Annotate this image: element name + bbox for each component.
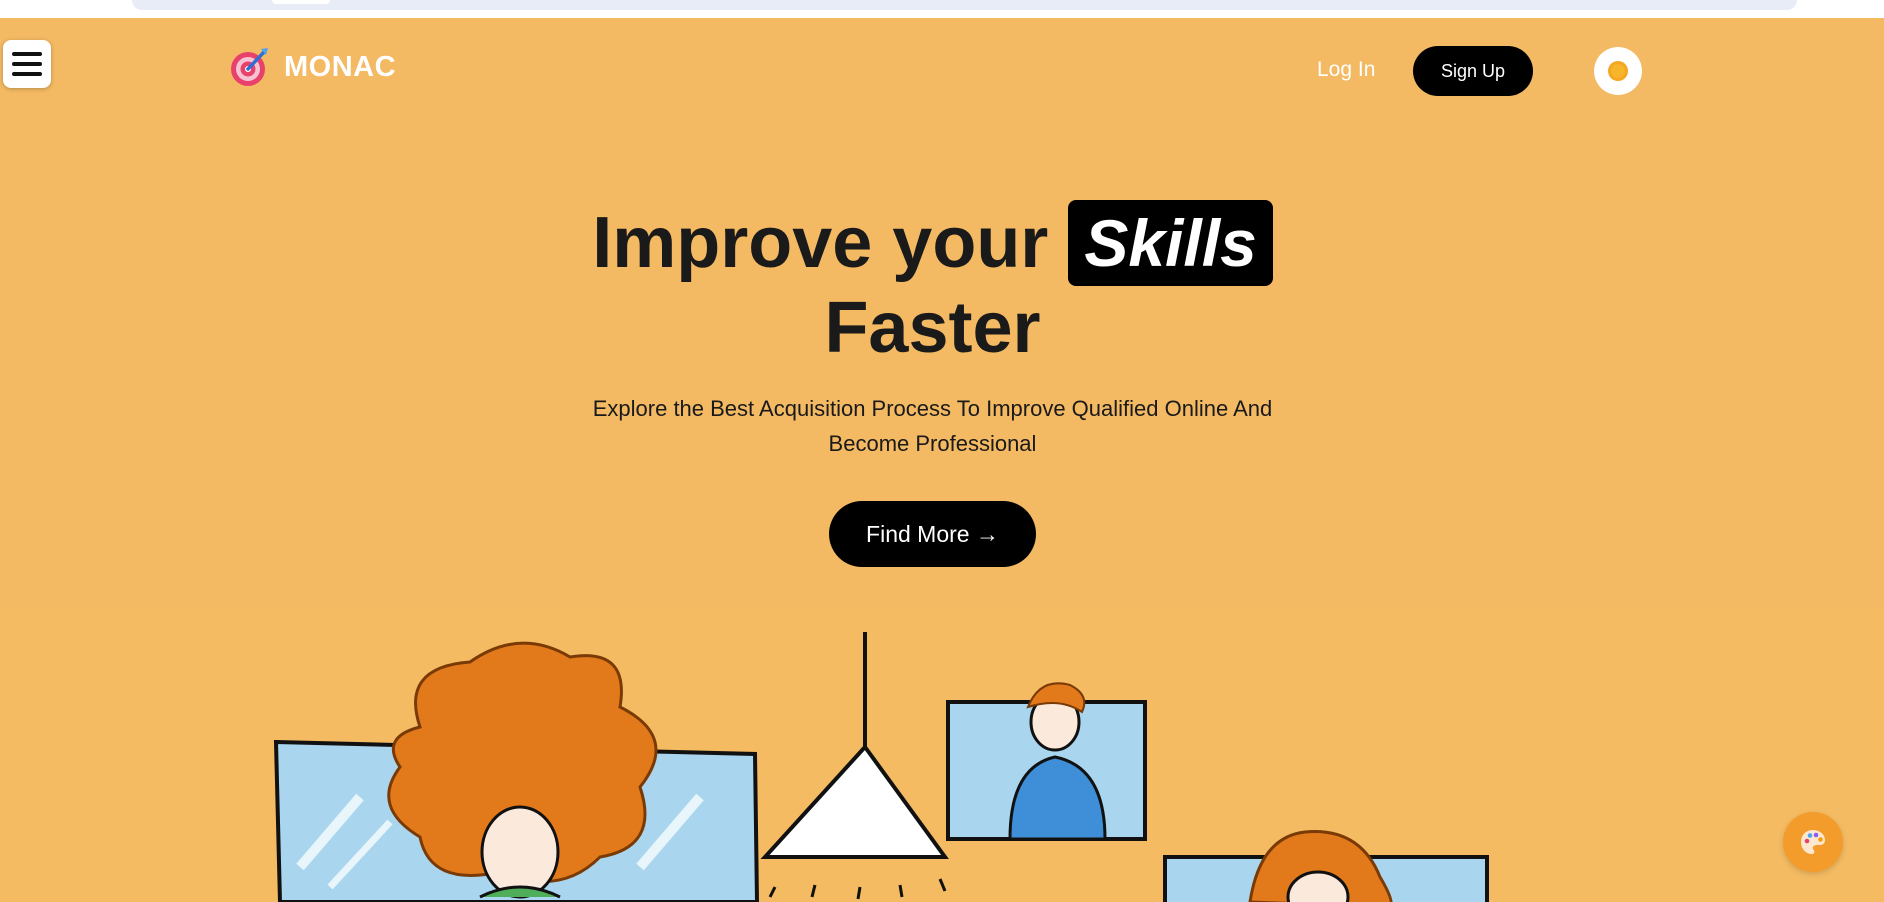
menu-button[interactable]	[3, 40, 51, 88]
hamburger-icon	[12, 52, 42, 56]
hero-illustration	[0, 607, 1884, 902]
horizontal-scrollbar[interactable]	[132, 0, 1797, 10]
target-dart-icon	[231, 48, 268, 86]
scrollbar-thumb[interactable]	[272, 0, 330, 4]
hamburger-icon-line	[12, 72, 42, 76]
browser-top-strip	[0, 0, 1884, 18]
headline-prefix: Improve your	[592, 203, 1049, 283]
find-more-button[interactable]: Find More →	[829, 501, 1036, 567]
sun-icon	[1608, 61, 1628, 81]
headline-suffix: Faster	[824, 288, 1041, 368]
hero-headline: Improve your Skills Faster	[0, 200, 1865, 370]
signup-button[interactable]: Sign Up	[1413, 46, 1533, 96]
hero-subtitle: Explore the Best Acquisition Process To …	[592, 396, 1273, 456]
palette-icon	[1801, 830, 1825, 854]
brand-name: MONAC	[284, 50, 397, 83]
headline-line-1: Improve your Skills	[0, 200, 1865, 286]
brand-logo[interactable]: MONAC	[228, 46, 396, 88]
theme-palette-button[interactable]	[1783, 812, 1843, 872]
theme-toggle-button[interactable]	[1594, 47, 1642, 95]
online-learning-illustration	[273, 632, 1489, 902]
headline-highlight: Skills	[1068, 200, 1273, 286]
hamburger-icon-line	[12, 62, 42, 66]
login-link[interactable]: Log In	[1317, 58, 1375, 82]
